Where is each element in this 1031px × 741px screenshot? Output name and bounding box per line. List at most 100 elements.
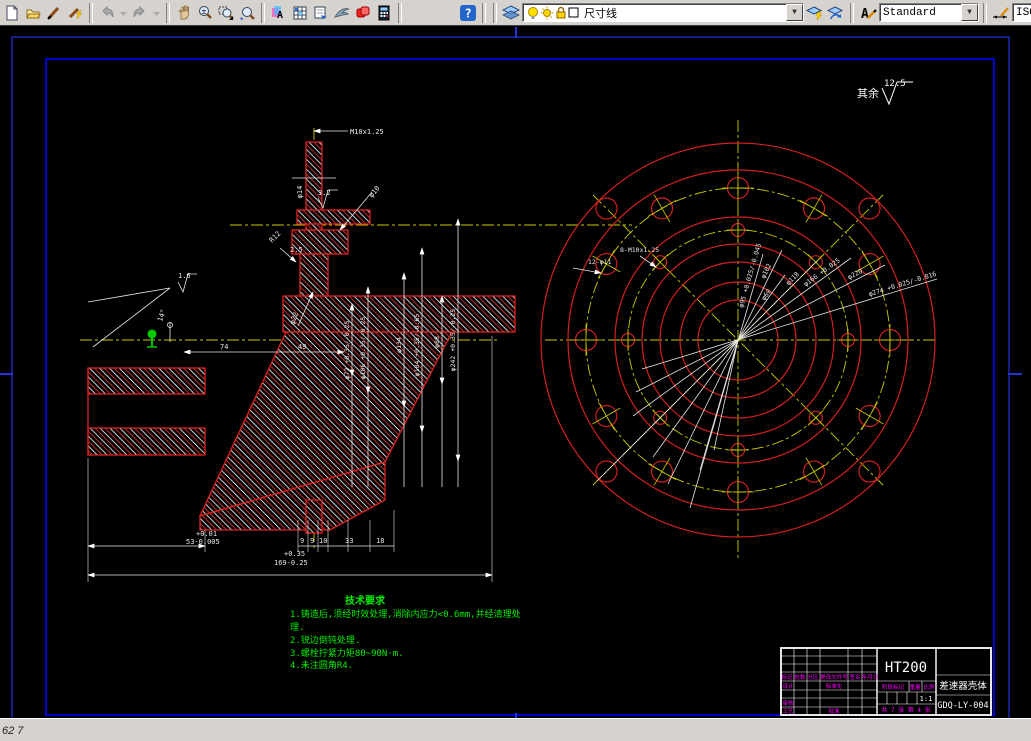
zoom-realtime-icon[interactable]: ± xyxy=(195,3,215,23)
toolbar-separator xyxy=(482,3,486,23)
dim-label: 49 xyxy=(298,343,306,351)
svg-text:±: ± xyxy=(202,7,207,16)
dim-label: φ10 xyxy=(367,184,381,199)
find-replace-icon[interactable]: A xyxy=(269,3,289,23)
tb-header: 处数 xyxy=(794,673,806,681)
block-tool-icon[interactable] xyxy=(353,3,373,23)
text-style-value: Standard xyxy=(883,7,936,19)
main-toolbar: ± A ? 尺寸线 ▼ A Standard ▼ ISO-2 xyxy=(0,0,1031,26)
zoom-window-icon[interactable] xyxy=(216,3,236,23)
dim-label: φ242 +0.35/-0.25 xyxy=(449,309,457,372)
tb-header: 签名 xyxy=(849,673,860,681)
dim-label: φ88 xyxy=(433,336,441,348)
dim-style-combo[interactable]: ISO-2 xyxy=(1012,3,1031,22)
svg-text:A: A xyxy=(861,7,869,21)
dim-label: 14° xyxy=(156,308,168,323)
scale-value: 1:1 xyxy=(920,695,933,703)
tb-col: 比例 xyxy=(923,683,935,691)
dim-label: 1.6 xyxy=(178,272,191,280)
layer-combo-value: 尺寸线 xyxy=(584,5,617,21)
material-label: HT200 xyxy=(885,660,927,676)
dim-label: 3.2 xyxy=(318,189,331,197)
dim-label: 169-0.25 xyxy=(274,559,308,567)
tb-header: 更改文件号 xyxy=(820,673,848,681)
layer-state-save-icon[interactable] xyxy=(805,3,825,23)
tech-note-line: 3.螺栓拧紧力矩80~90N·m. xyxy=(290,647,404,659)
layer-color-chip-icon xyxy=(568,7,580,19)
drawing-canvas[interactable]: 其余 12.5 xyxy=(0,26,1031,718)
toolbar-separator xyxy=(166,3,170,23)
dim-style-value: ISO-2 xyxy=(1016,7,1031,19)
dim-label: φ134 xyxy=(395,337,403,353)
undo-dropdown-icon[interactable] xyxy=(118,3,129,23)
tech-note-line: 4.未注圆角R4. xyxy=(290,659,353,671)
layer-lock-icon xyxy=(554,6,568,20)
layer-on-bulb-icon xyxy=(526,6,540,20)
tb-role: 设计 xyxy=(782,682,794,690)
dim-label: φ14 xyxy=(296,186,304,199)
open-file-icon[interactable] xyxy=(23,3,43,23)
tb-role: 审核 xyxy=(782,699,794,707)
tech-notes-title: 技术要求 xyxy=(345,594,386,607)
redo-dropdown-icon[interactable] xyxy=(151,3,162,23)
layer-combo-dropdown-icon[interactable]: ▼ xyxy=(786,4,803,21)
zoom-previous-icon[interactable] xyxy=(237,3,257,23)
part-name-label: 差速器壳体 xyxy=(939,680,987,692)
tech-notes: 技术要求 1.铸造后,须经时效处理,消除内应力<0.6mm,并经清理处 理. 2… xyxy=(290,594,521,671)
dim-label: φ220 xyxy=(846,267,864,281)
toolbar-separator xyxy=(398,3,402,23)
text-style-icon[interactable]: A xyxy=(858,3,878,23)
layer-freeze-sun-icon xyxy=(540,6,554,20)
dim-label: R12 xyxy=(268,230,283,245)
layer-properties-icon[interactable] xyxy=(290,3,310,23)
render-preview-icon[interactable] xyxy=(332,3,352,23)
drawing-number-label: GDQ-LY-004 xyxy=(937,701,988,711)
surface-finish-note: 其余 12.5 xyxy=(857,79,913,104)
match-properties-icon[interactable] xyxy=(65,3,85,23)
status-text: 62 7 xyxy=(2,725,23,737)
dim-label: φ60 xyxy=(760,288,773,302)
right-circular-view: 12-φ11 8-M10x1.25 φ95 +0.025/-0.045 φ102… xyxy=(541,120,937,560)
layout-transfer-icon[interactable] xyxy=(311,3,331,23)
title-block: HT200 差速器壳体 GDQ-LY-004 1:1 标记 处数 分区 更改文件… xyxy=(781,648,991,715)
sheet-info: 共 7 张 第 4 张 xyxy=(881,706,930,714)
toolbar-separator xyxy=(261,3,265,23)
new-file-icon[interactable] xyxy=(2,3,22,23)
tb-header: 标记 xyxy=(781,673,793,681)
undo-icon[interactable] xyxy=(97,3,117,23)
snap-marker-icon xyxy=(147,330,157,348)
toolbar-separator xyxy=(983,3,987,23)
dim-label: 74 xyxy=(220,343,228,351)
text-style-combo[interactable]: Standard ▼ xyxy=(879,3,979,22)
tb-role: 标准化 xyxy=(826,682,843,690)
left-section-view: M10x1.25 φ14 3.2 φ10 R12 2.5 1.6 14° φ22… xyxy=(80,128,632,582)
dim-label: φ184 +0.35/-0.65 xyxy=(413,314,421,377)
pan-icon[interactable] xyxy=(174,3,194,23)
status-bar: 62 7 xyxy=(0,718,1031,741)
dim-label: 9 xyxy=(310,537,314,545)
dim-label: 10 xyxy=(319,537,327,545)
tb-header: 分区 xyxy=(807,673,819,681)
surface-prefix: 其余 xyxy=(857,86,879,100)
dim-label: φ106 +0.35/-0.25 xyxy=(359,317,367,380)
tb-col: 阶段标记 xyxy=(882,683,905,691)
toolbar-separator xyxy=(850,3,854,23)
toolbar-separator xyxy=(493,3,497,23)
layer-state-restore-icon[interactable] xyxy=(826,3,846,23)
help-icon[interactable]: ? xyxy=(458,3,478,23)
tb-role: 工艺 xyxy=(782,708,794,715)
redo-icon[interactable] xyxy=(130,3,150,23)
cad-drawing: 其余 12.5 xyxy=(0,26,1031,718)
tech-note-line: 理. xyxy=(290,622,304,633)
tb-col: 重量 xyxy=(909,683,921,691)
calculator-icon[interactable] xyxy=(374,3,394,23)
layer-combo[interactable]: 尺寸线 ▼ xyxy=(522,3,804,22)
paint-brush-icon[interactable] xyxy=(44,3,64,23)
layers-icon[interactable] xyxy=(501,3,521,23)
dim-label: M10x1.25 xyxy=(350,128,384,136)
dim-style-icon[interactable] xyxy=(991,3,1011,23)
dim-label: 18 xyxy=(376,537,384,545)
dim-label: 12-φ11 xyxy=(588,258,612,266)
text-style-dropdown-icon[interactable]: ▼ xyxy=(961,4,978,21)
dim-label: φ72 +0.35/-0.25 xyxy=(343,321,351,380)
